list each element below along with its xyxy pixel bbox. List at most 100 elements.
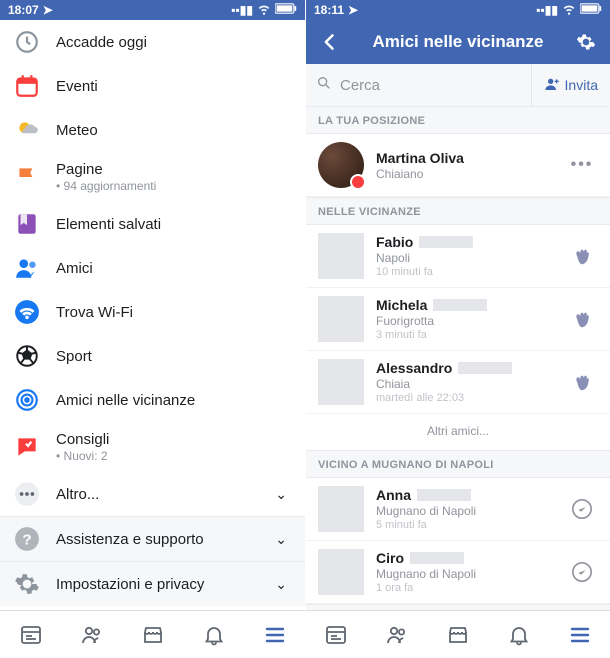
wave-button[interactable]	[566, 245, 598, 267]
message-button[interactable]	[566, 561, 598, 583]
friends-icon	[14, 255, 40, 281]
friend-row[interactable]: Ciro Mugnano di Napoli 1 ora fa	[306, 541, 610, 604]
wave-button[interactable]	[566, 371, 598, 393]
menu-item-nearby[interactable]: Amici nelle vicinanze	[0, 378, 305, 422]
redacted-surname	[458, 362, 512, 374]
section-mugnano: VICINO A MUGNANO DI NAPOLI	[306, 450, 610, 478]
flag-icon	[14, 164, 40, 190]
more-friends-link[interactable]: Altri amici...	[306, 414, 610, 450]
chat-icon	[14, 434, 40, 460]
redacted-surname	[433, 299, 487, 311]
friend-location: Fuorigrotta	[376, 314, 566, 328]
menu-item-label: Amici	[56, 260, 291, 277]
battery-icon	[275, 3, 297, 17]
menu-item-label: Assistenza e supporto	[56, 531, 275, 548]
search-placeholder: Cerca	[340, 77, 380, 94]
tab-menu[interactable]	[549, 611, 610, 658]
signal-icon: ▪▪▮▮	[536, 3, 558, 17]
chevron-down-icon: ⌄	[275, 486, 291, 503]
friend-time: 5 minuti fa	[376, 519, 566, 531]
more-options-button[interactable]: •••	[566, 156, 598, 174]
chevron-down-icon: ⌄	[275, 576, 291, 593]
redacted-surname	[417, 489, 471, 501]
tab-feed[interactable]	[306, 611, 367, 658]
menu-item-weather[interactable]: Meteo	[0, 108, 305, 152]
menu-item-help[interactable]: ? Assistenza e supporto ⌄	[0, 517, 305, 561]
search-input[interactable]: Cerca	[306, 75, 531, 95]
tab-friends[interactable]	[367, 611, 428, 658]
tab-menu[interactable]	[244, 611, 305, 658]
menu-item-saved[interactable]: Elementi salvati	[0, 202, 305, 246]
tab-feed[interactable]	[0, 611, 61, 658]
section-your-position: LA TUA POSIZIONE	[306, 106, 610, 134]
message-button[interactable]	[566, 498, 598, 520]
tab-bar	[0, 610, 305, 658]
tab-marketplace[interactable]	[428, 611, 489, 658]
avatar	[318, 549, 364, 595]
status-right-icons: ▪▪▮▮	[536, 2, 602, 19]
wifi-icon	[562, 2, 576, 19]
friend-location: Mugnano di Napoli	[376, 567, 566, 581]
wave-button[interactable]	[566, 308, 598, 330]
friend-name: Anna	[376, 487, 411, 503]
menu-list: Accadde oggi Eventi Meteo Pagine • 94 ag…	[0, 20, 305, 610]
menu-item-sub: • 94 aggiornamenti	[56, 179, 291, 193]
friend-row[interactable]: Fabio Napoli 10 minuti fa	[306, 225, 610, 288]
friend-row[interactable]: Anna Mugnano di Napoli 5 minuti fa	[306, 478, 610, 541]
menu-item-label: Eventi	[56, 78, 291, 95]
friend-location: Napoli	[376, 251, 566, 265]
help-icon: ?	[14, 526, 40, 552]
your-position-row[interactable]: Martina Oliva Chiaiano •••	[306, 134, 610, 197]
menu-item-sport[interactable]: Sport	[0, 334, 305, 378]
friend-time: 3 minuti fa	[376, 329, 566, 341]
menu-item-today[interactable]: Accadde oggi	[0, 20, 305, 64]
menu-item-label: Consigli	[56, 431, 291, 448]
menu-item-label: Amici nelle vicinanze	[56, 392, 291, 409]
ball-icon	[14, 343, 40, 369]
avatar	[318, 142, 364, 188]
avatar	[318, 359, 364, 405]
tab-friends[interactable]	[61, 611, 122, 658]
menu-item-settings[interactable]: Impostazioni e privacy ⌄	[0, 562, 305, 606]
tab-marketplace[interactable]	[122, 611, 183, 658]
redacted-surname	[419, 236, 473, 248]
wifi-icon	[257, 2, 271, 19]
section-nearby: NELLE VICINANZE	[306, 197, 610, 225]
friend-name: Fabio	[376, 234, 413, 250]
location-arrow-icon: ➤	[43, 3, 53, 17]
back-button[interactable]	[316, 32, 344, 52]
me-location: Chiaiano	[376, 167, 566, 181]
wifi-icon	[14, 299, 40, 325]
friend-time: 10 minuti fa	[376, 266, 566, 278]
screen-menu: 18:07➤ ▪▪▮▮ Accadde oggi Eventi Meteo	[0, 0, 305, 658]
menu-item-tips[interactable]: Consigli • Nuovi: 2	[0, 422, 305, 472]
nearby-content: LA TUA POSIZIONE Martina Oliva Chiaiano …	[306, 106, 610, 610]
status-right-icons: ▪▪▮▮	[231, 2, 297, 19]
menu-item-wifi[interactable]: Trova Wi-Fi	[0, 290, 305, 334]
invite-button[interactable]: Invita	[531, 64, 610, 106]
menu-item-pages[interactable]: Pagine • 94 aggiornamenti	[0, 152, 305, 202]
friend-location: Chiaia	[376, 377, 566, 391]
settings-button[interactable]	[572, 32, 600, 52]
chevron-down-icon: ⌄	[275, 531, 291, 548]
calendar-icon	[14, 73, 40, 99]
friend-time: martedì alle 22:03	[376, 392, 566, 404]
bookmark-icon	[14, 211, 40, 237]
menu-item-events[interactable]: Eventi	[0, 64, 305, 108]
tab-notifications[interactable]	[488, 611, 549, 658]
menu-item-more[interactable]: Altro... ⌄	[0, 472, 305, 516]
friend-row[interactable]: Michela Fuorigrotta 3 minuti fa	[306, 288, 610, 351]
avatar	[318, 296, 364, 342]
menu-item-label: Trova Wi-Fi	[56, 304, 291, 321]
invite-label: Invita	[565, 77, 598, 93]
status-bar: 18:07➤ ▪▪▮▮	[0, 0, 305, 20]
menu-item-label: Elementi salvati	[56, 216, 291, 233]
menu-item-label: Altro...	[56, 486, 275, 503]
tab-notifications[interactable]	[183, 611, 244, 658]
menu-item-friends[interactable]: Amici	[0, 246, 305, 290]
battery-icon	[580, 3, 602, 17]
friend-row[interactable]: Alessandro Chiaia martedì alle 22:03	[306, 351, 610, 414]
gear-icon	[14, 571, 40, 597]
sun-icon	[14, 117, 40, 143]
add-friend-icon	[544, 76, 560, 95]
